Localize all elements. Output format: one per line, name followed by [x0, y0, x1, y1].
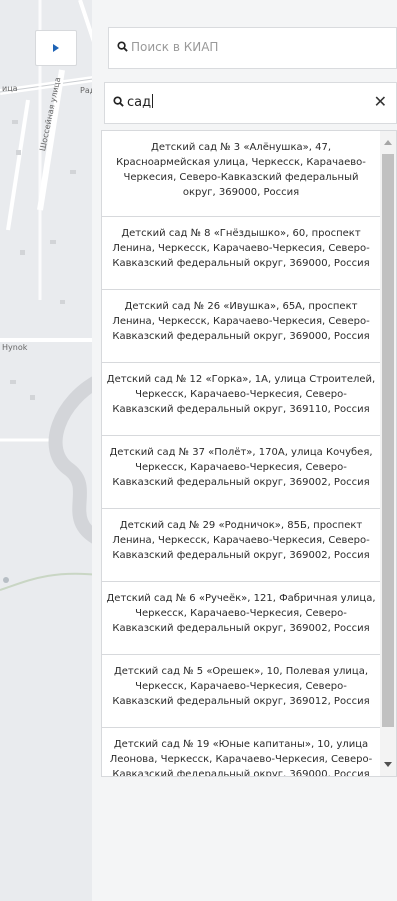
kiap-search-placeholder: Поиск в КИАП [131, 40, 219, 54]
scrollbar[interactable] [380, 131, 396, 776]
result-item[interactable]: Детский сад № 19 «Юные капитаны», 10, ул… [102, 728, 380, 776]
result-item[interactable]: Детский сад № 37 «Полёт», 170А, улица Ко… [102, 436, 380, 509]
result-item[interactable]: Детский сад № 3 «Алёнушка», 47, Красноар… [102, 131, 380, 217]
play-arrow-icon [53, 44, 59, 52]
result-item[interactable]: Детский сад № 12 «Горка», 1А, улица Стро… [102, 363, 380, 436]
results-list: Детский сад № 3 «Алёнушка», 47, Красноар… [102, 131, 380, 776]
result-item[interactable]: Детский сад № 29 «Родничок», 85Б, проспе… [102, 509, 380, 582]
result-item[interactable]: Детский сад № 5 «Орешек», 10, Полевая ул… [102, 655, 380, 728]
map-area[interactable]: ица Шоссейная улица Рад Hynok [0, 0, 100, 901]
panel-toggle-button[interactable] [35, 30, 77, 66]
close-icon[interactable]: ✕ [374, 92, 387, 111]
search-icon [113, 96, 124, 107]
scroll-down-icon[interactable] [384, 762, 392, 767]
scroll-thumb[interactable] [382, 154, 394, 727]
kiap-search-field[interactable]: Поиск в КИАП [108, 27, 397, 69]
search-icon [117, 41, 128, 52]
map-label: Hynok [2, 343, 28, 352]
address-search-field[interactable]: сад ✕ [104, 82, 397, 124]
search-results-dropdown[interactable]: Детский сад № 3 «Алёнушка», 47, Красноар… [101, 130, 397, 777]
search-input-value[interactable]: сад [127, 95, 151, 110]
map-label: ица [2, 84, 18, 93]
text-caret [152, 94, 154, 108]
result-item[interactable]: Детский сад № 8 «Гнёздышко», 60, проспек… [102, 217, 380, 290]
result-item[interactable]: Детский сад № 26 «Ивушка», 65А, проспект… [102, 290, 380, 363]
result-item[interactable]: Детский сад № 6 «Ручеёк», 121, Фабричная… [102, 582, 380, 655]
scroll-up-icon[interactable] [384, 140, 392, 145]
